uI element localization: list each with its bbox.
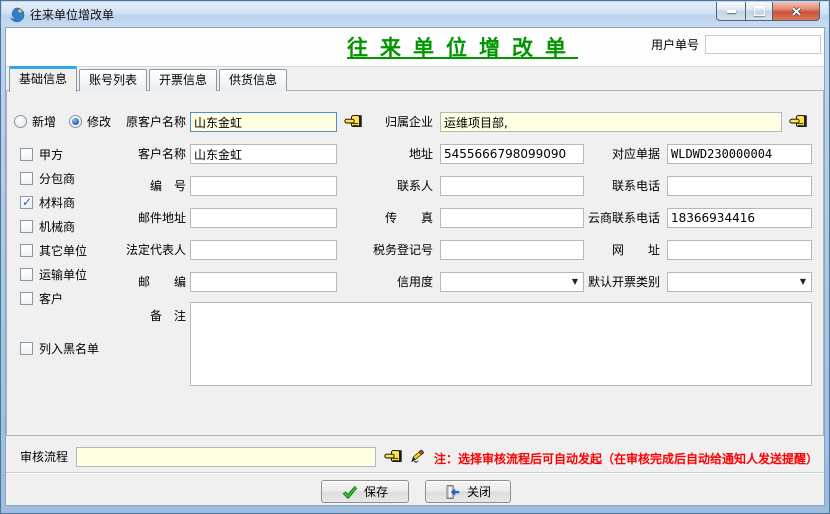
credit-label: 信用度 bbox=[303, 272, 433, 292]
user-no-input[interactable] bbox=[705, 35, 821, 54]
belong-company-input[interactable] bbox=[440, 112, 782, 132]
cloud-phone-input[interactable] bbox=[667, 208, 812, 228]
title-bar: 往来单位增改单 bbox=[2, 2, 828, 27]
zip-label: 邮 编 bbox=[46, 272, 186, 292]
tab-supply-info[interactable]: 供货信息 bbox=[219, 69, 287, 91]
app-icon bbox=[9, 7, 25, 23]
checkbox-box bbox=[20, 292, 33, 305]
fax-label: 传 真 bbox=[303, 208, 433, 228]
audit-flow-lookup-icon[interactable] bbox=[384, 449, 403, 465]
audit-flow-label: 审核流程 bbox=[20, 447, 74, 467]
maximize-button[interactable] bbox=[745, 2, 773, 21]
close-button-label: 关闭 bbox=[467, 483, 491, 500]
close-window-button[interactable] bbox=[773, 2, 820, 21]
tab-invoice-info[interactable]: 开票信息 bbox=[149, 69, 217, 91]
doc-no-input[interactable] bbox=[667, 144, 812, 164]
belong-company-label: 归属企业 bbox=[303, 112, 433, 132]
remark-label: 备 注 bbox=[46, 306, 186, 326]
tab-basic-info[interactable]: 基础信息 bbox=[9, 66, 77, 92]
checkbox-box bbox=[20, 196, 33, 209]
checkbox-blacklist[interactable]: 列入黑名单 bbox=[20, 340, 99, 357]
window-title: 往来单位增改单 bbox=[30, 6, 114, 23]
close-icon bbox=[791, 7, 802, 16]
invoice-type-label: 默认开票类别 bbox=[516, 272, 660, 292]
contact-label: 联系人 bbox=[303, 176, 433, 196]
checkbox-box bbox=[20, 244, 33, 257]
exit-door-icon bbox=[445, 484, 461, 500]
customer-name-label: 客户名称 bbox=[46, 144, 186, 164]
website-input[interactable] bbox=[667, 240, 812, 260]
invoice-type-select[interactable]: ▼ bbox=[667, 272, 812, 292]
user-no-label: 用户单号 bbox=[651, 36, 699, 53]
contact-phone-label: 联系电话 bbox=[516, 176, 660, 196]
audit-flow-input[interactable] bbox=[76, 447, 376, 467]
checkbox-box bbox=[20, 268, 33, 281]
radio-add-circle bbox=[14, 115, 27, 128]
save-check-icon bbox=[342, 484, 358, 500]
checkbox-box bbox=[20, 172, 33, 185]
cloud-phone-label: 云商联系电话 bbox=[516, 208, 660, 228]
separator-line bbox=[6, 472, 824, 474]
checkbox-box bbox=[20, 342, 33, 355]
window-frame: 往来单位增改单 往来单位增改单 用户单号 基础信息 账号列表 开票信息 供 bbox=[0, 0, 830, 514]
checkbox-customer[interactable]: 客户 bbox=[20, 290, 63, 307]
dialog-content: 往来单位增改单 用户单号 基础信息 账号列表 开票信息 供货信息 新增 修改 甲… bbox=[5, 27, 825, 506]
website-label: 网 址 bbox=[516, 240, 660, 260]
checkbox-box bbox=[20, 148, 33, 161]
audit-flow-edit-icon[interactable] bbox=[410, 447, 429, 463]
doc-no-label: 对应单据 bbox=[516, 144, 660, 164]
save-button-label: 保存 bbox=[364, 483, 388, 500]
belong-company-lookup-icon[interactable] bbox=[789, 114, 808, 130]
tax-no-label: 税务登记号 bbox=[303, 240, 433, 260]
contact-phone-input[interactable] bbox=[667, 176, 812, 196]
header-panel: 往来单位增改单 用户单号 bbox=[6, 28, 824, 67]
mail-address-label: 邮件地址 bbox=[46, 208, 186, 228]
checkbox-box bbox=[20, 220, 33, 233]
remark-textarea[interactable] bbox=[190, 302, 812, 386]
code-label: 编 号 bbox=[46, 176, 186, 196]
audit-flow-note: 注：选择审核流程后可自动发起（在审核完成后自动给通知人发送提醒） bbox=[434, 450, 818, 467]
address-label: 地址 bbox=[303, 144, 433, 164]
tab-account-list[interactable]: 账号列表 bbox=[79, 69, 147, 91]
checkbox-label: 列入黑名单 bbox=[39, 340, 99, 357]
minimize-button[interactable] bbox=[716, 2, 745, 21]
save-button[interactable]: 保存 bbox=[321, 480, 409, 503]
orig-customer-label: 原客户名称 bbox=[46, 112, 186, 132]
close-button[interactable]: 关闭 bbox=[425, 480, 511, 503]
chevron-down-icon: ▼ bbox=[800, 278, 806, 286]
maximize-icon bbox=[754, 6, 765, 16]
window-controls bbox=[716, 2, 820, 21]
legal-rep-label: 法定代表人 bbox=[46, 240, 186, 260]
tab-strip: 基础信息 账号列表 开票信息 供货信息 bbox=[9, 67, 287, 91]
checkbox-label: 客户 bbox=[39, 290, 63, 307]
minimize-icon bbox=[727, 10, 736, 13]
